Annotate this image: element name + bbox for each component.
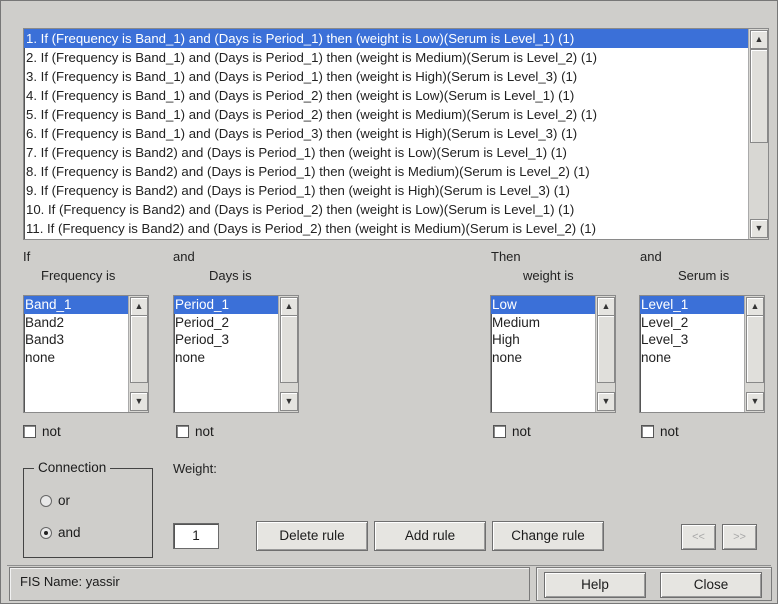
add-rule-button[interactable]: Add rule [374,521,486,551]
rule-item[interactable]: 8. If (Frequency is Band2) and (Days is … [24,162,749,181]
if-label: If [23,249,31,264]
rule-item[interactable]: 6. If (Frequency is Band_1) and (Days is… [24,124,749,143]
rule-item[interactable]: 2. If (Frequency is Band_1) and (Days is… [24,48,749,67]
days-not-label: not [195,424,214,439]
rules-scroll-thumb[interactable] [750,49,768,143]
rule-item[interactable]: 3. If (Frequency is Band_1) and (Days is… [24,67,749,86]
arrow-up-icon[interactable]: ▲ [130,297,148,316]
frequency-not-label: not [42,424,61,439]
list-item[interactable]: Level_2 [640,314,745,332]
and-label-outputs: and [640,249,662,264]
rule-item[interactable]: 5. If (Frequency is Band_1) and (Days is… [24,105,749,124]
serum-not-label: not [660,424,679,439]
radio-icon [40,494,52,507]
arrow-up-icon[interactable]: ▲ [750,30,768,49]
weight-items: Low Medium High none [491,296,596,412]
weight-scroll-thumb[interactable] [597,315,615,383]
checkbox-icon [493,425,506,438]
connection-and-radio[interactable]: and [40,525,81,540]
frequency-scrollbar[interactable]: ▲ ▼ [128,296,148,412]
list-item[interactable]: none [24,349,129,367]
connection-and-label: and [58,525,81,540]
list-item[interactable]: none [491,349,596,367]
checkbox-icon [641,425,654,438]
rule-item[interactable]: 4. If (Frequency is Band_1) and (Days is… [24,86,749,105]
connection-group: Connection or and [23,460,153,558]
weight-input[interactable]: 1 [173,523,219,549]
help-button[interactable]: Help [544,572,646,598]
then-label: Then [491,249,521,264]
and-label-inputs: and [173,249,195,264]
rule-item[interactable]: 1. If (Frequency is Band_1) and (Days is… [24,29,749,48]
frequency-items: Band_1 Band2 Band3 none [24,296,129,412]
weight-scrollbar[interactable]: ▲ ▼ [595,296,615,412]
serum-items: Level_1 Level_2 Level_3 none [640,296,745,412]
list-item[interactable]: Period_3 [174,331,279,349]
serum-not-checkbox[interactable]: not [641,424,679,439]
close-button[interactable]: Close [660,572,762,598]
weight-field-label: Weight: [173,461,217,476]
arrow-down-icon[interactable]: ▼ [746,392,764,411]
checkbox-icon [23,425,36,438]
checkbox-icon [176,425,189,438]
rule-item[interactable]: 7. If (Frequency is Band2) and (Days is … [24,143,749,162]
serum-is-label: Serum is [678,268,730,283]
weight-is-label: weight is [523,268,574,283]
arrow-up-icon[interactable]: ▲ [746,297,764,316]
connection-or-label: or [58,493,71,508]
serum-listbox[interactable]: Level_1 Level_2 Level_3 none ▲ ▼ [639,295,765,413]
days-items: Period_1 Period_2 Period_3 none [174,296,279,412]
list-item[interactable]: Band3 [24,331,129,349]
status-panel: FIS Name: yassir [9,567,530,601]
list-item[interactable]: Level_3 [640,331,745,349]
rule-editor-window: 1. If (Frequency is Band_1) and (Days is… [0,0,778,604]
list-item[interactable]: none [640,349,745,367]
list-item[interactable]: Medium [491,314,596,332]
list-item[interactable]: Period_2 [174,314,279,332]
list-item[interactable]: Low [491,296,596,314]
list-item[interactable]: Band_1 [24,296,129,314]
list-item[interactable]: none [174,349,279,367]
days-listbox[interactable]: Period_1 Period_2 Period_3 none ▲ ▼ [173,295,299,413]
connection-or-radio[interactable]: or [40,493,70,508]
serum-scrollbar[interactable]: ▲ ▼ [744,296,764,412]
days-scroll-thumb[interactable] [280,315,298,383]
delete-rule-button[interactable]: Delete rule [256,521,368,551]
arrow-down-icon[interactable]: ▼ [597,392,615,411]
arrow-down-icon[interactable]: ▼ [130,392,148,411]
days-label: Days is [209,268,252,283]
separator [7,565,771,566]
frequency-not-checkbox[interactable]: not [23,424,61,439]
radio-icon [40,526,52,539]
arrow-down-icon[interactable]: ▼ [280,392,298,411]
arrow-up-icon[interactable]: ▲ [280,297,298,316]
rule-item[interactable]: 9. If (Frequency is Band2) and (Days is … [24,181,749,200]
rule-item[interactable]: 10. If (Frequency is Band2) and (Days is… [24,200,749,219]
rules-scrollbar[interactable]: ▲ ▼ [748,29,768,239]
change-rule-button[interactable]: Change rule [492,521,604,551]
list-item[interactable]: Period_1 [174,296,279,314]
weight-listbox[interactable]: Low Medium High none ▲ ▼ [490,295,616,413]
weight-not-label: not [512,424,531,439]
fis-name-text: FIS Name: yassir [20,574,120,589]
next-button[interactable]: >> [722,524,757,550]
frequency-listbox[interactable]: Band_1 Band2 Band3 none ▲ ▼ [23,295,149,413]
arrow-down-icon[interactable]: ▼ [750,219,768,238]
days-scrollbar[interactable]: ▲ ▼ [278,296,298,412]
rule-item[interactable]: 11. If (Frequency is Band2) and (Days is… [24,219,749,238]
previous-button[interactable]: << [681,524,716,550]
frequency-label: Frequency is [41,268,116,283]
serum-scroll-thumb[interactable] [746,315,764,383]
footer-button-panel: Help Close [536,567,772,601]
days-not-checkbox[interactable]: not [176,424,214,439]
list-item[interactable]: Level_1 [640,296,745,314]
list-item[interactable]: Band2 [24,314,129,332]
rules-listbox[interactable]: 1. If (Frequency is Band_1) and (Days is… [23,28,769,240]
weight-not-checkbox[interactable]: not [493,424,531,439]
frequency-scroll-thumb[interactable] [130,315,148,383]
connection-title: Connection [34,460,111,475]
arrow-up-icon[interactable]: ▲ [597,297,615,316]
rules-list: 1. If (Frequency is Band_1) and (Days is… [24,29,749,239]
list-item[interactable]: High [491,331,596,349]
